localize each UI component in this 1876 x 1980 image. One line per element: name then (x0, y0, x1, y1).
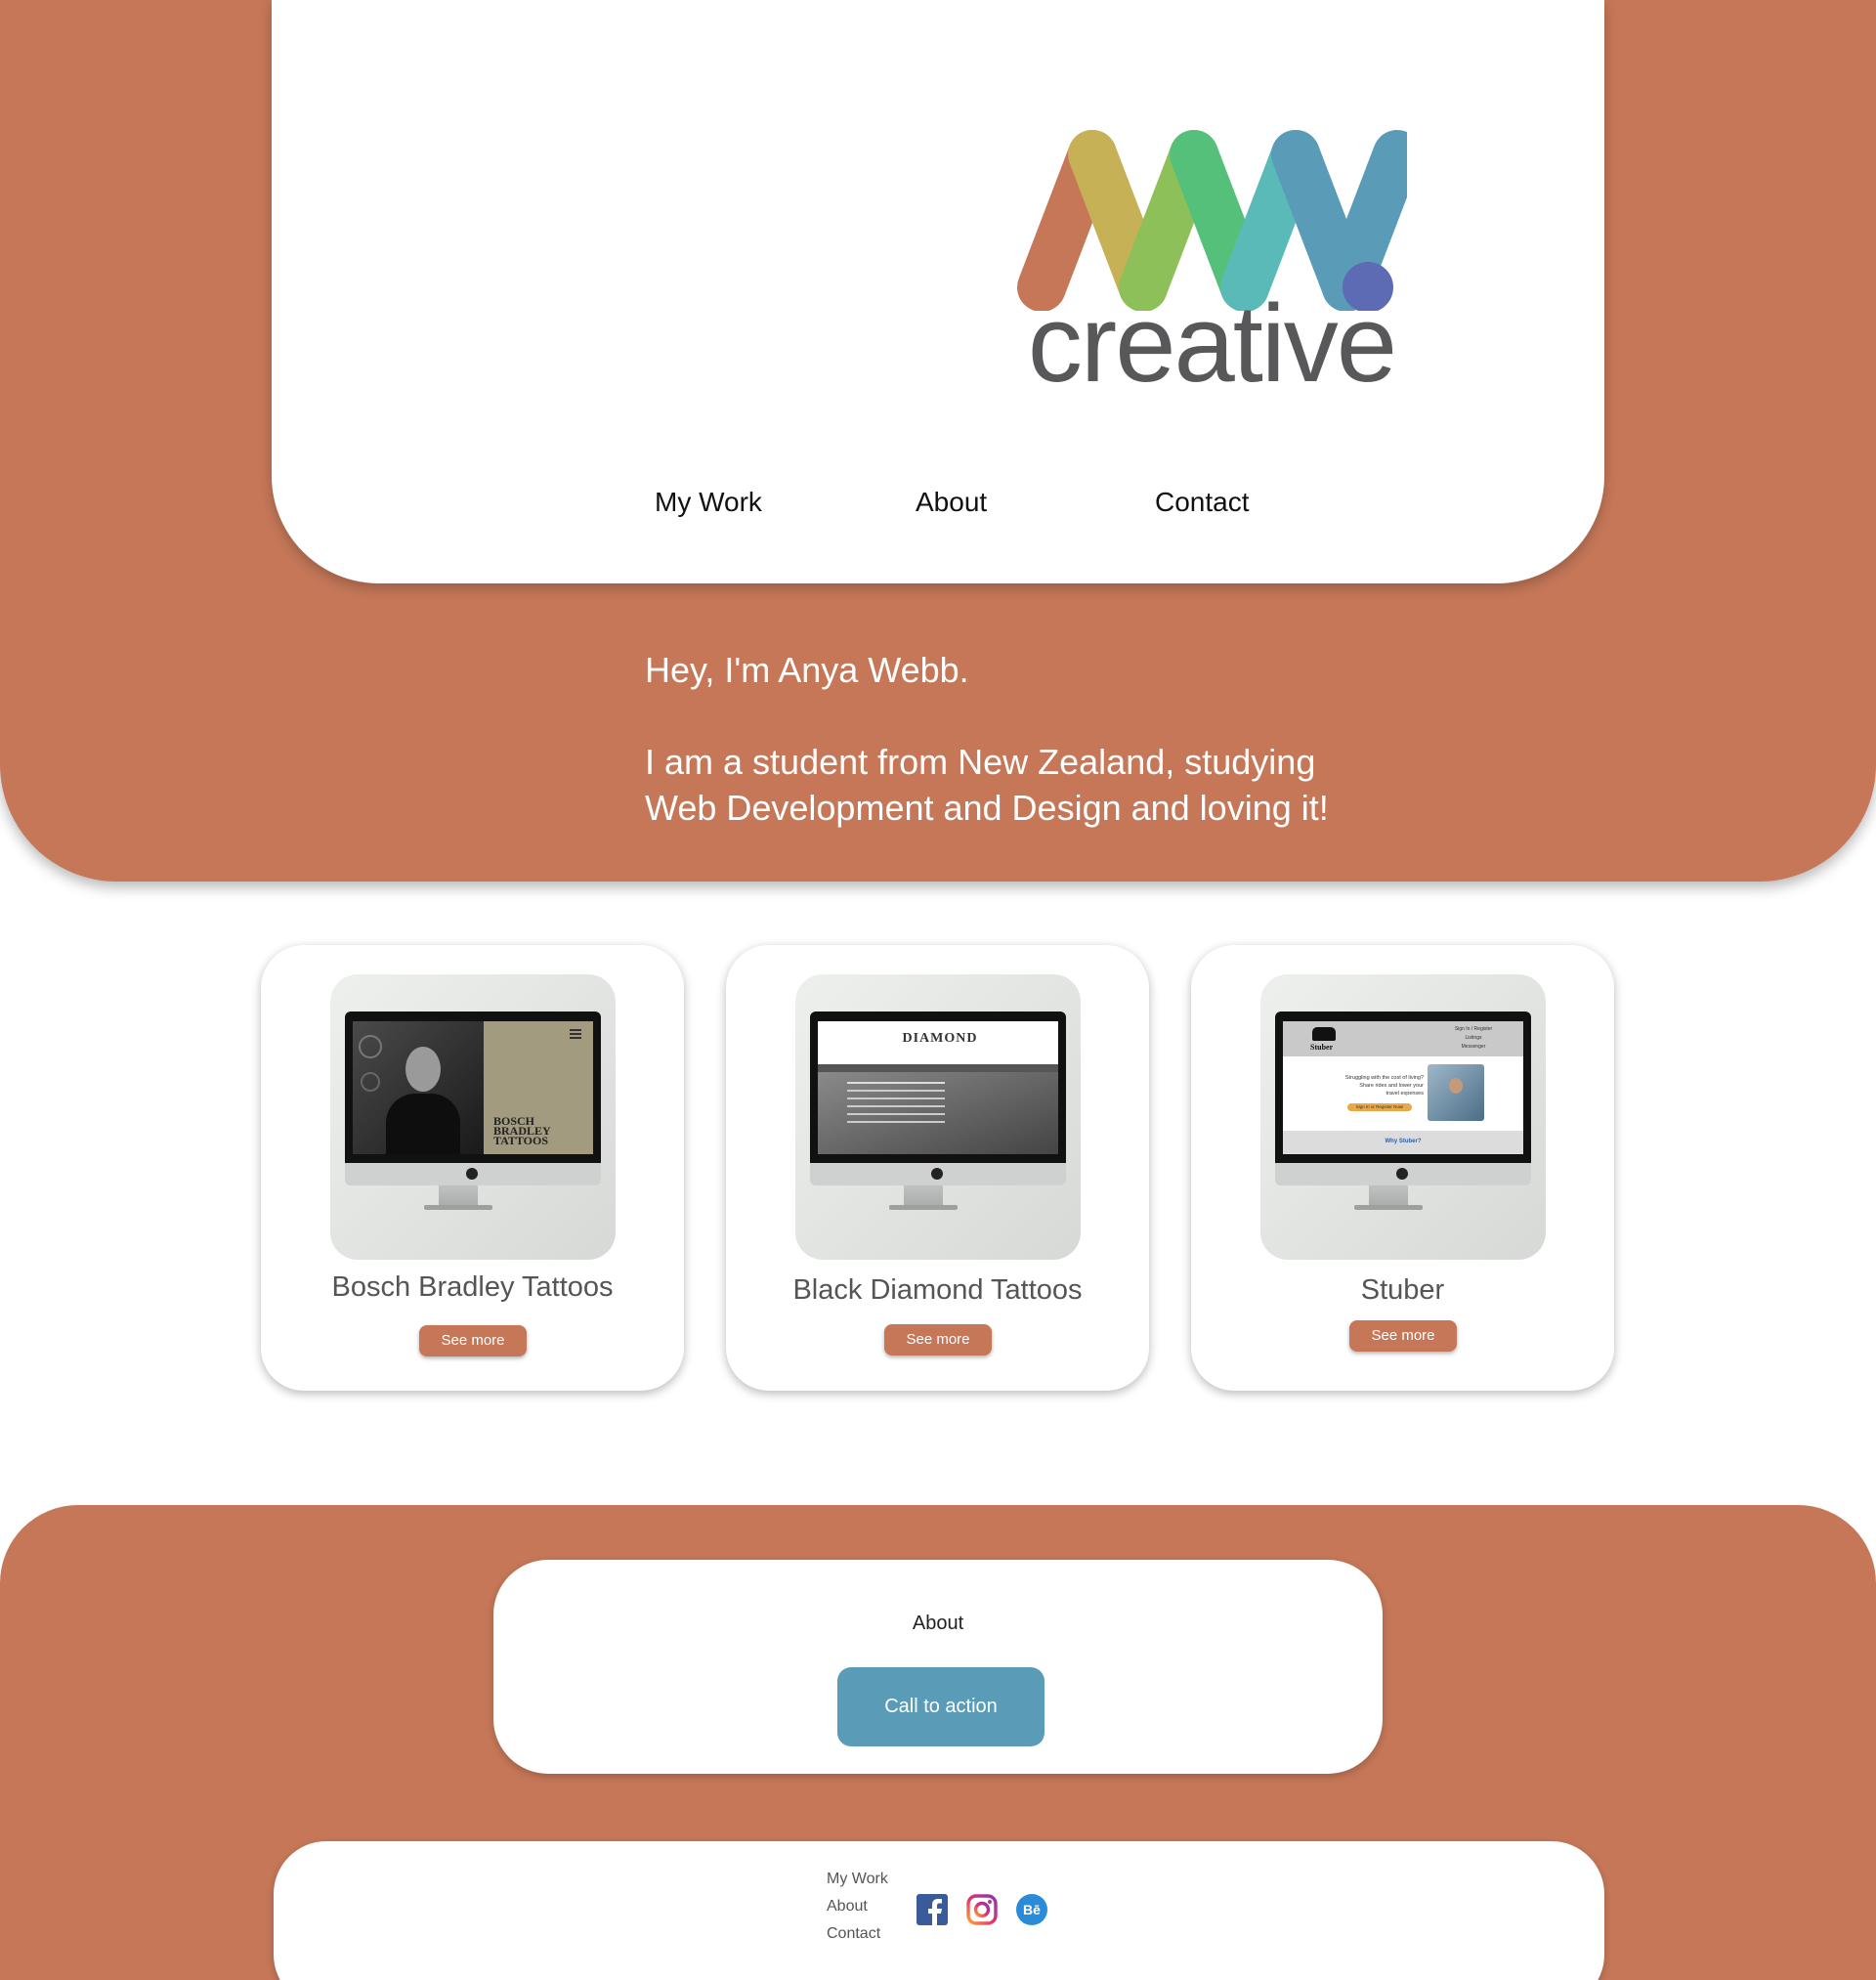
monitor-mockup: Stuber Sign In / Register Listings Messe… (1275, 1012, 1531, 1185)
screen-brand-text: DIAMOND (902, 1031, 978, 1046)
logo-wordmark: creative (1027, 282, 1397, 405)
apple-logo-icon (931, 1168, 943, 1180)
apple-logo-icon (466, 1168, 478, 1180)
car-icon (1312, 1027, 1336, 1041)
nav-my-work[interactable]: My Work (655, 487, 762, 518)
project-thumbnail[interactable]: BOSCH BRADLEY TATTOOS (330, 974, 616, 1260)
intro-line-1: I am a student from New Zealand, studyin… (645, 742, 1316, 782)
project-thumbnail[interactable]: Stuber Sign In / Register Listings Messe… (1260, 974, 1546, 1260)
project-card-black-diamond: DIAMOND Black Diamond Tattoos See more (726, 945, 1149, 1391)
footer-link-my-work[interactable]: My Work (827, 1871, 888, 1888)
site-footer: My Work About Contact Bē (274, 1841, 1604, 1980)
about-card: About Call to action (493, 1560, 1383, 1774)
footer-link-about[interactable]: About (827, 1898, 868, 1915)
see-more-button[interactable]: See more (884, 1324, 992, 1356)
project-thumbnail[interactable]: DIAMOND (795, 974, 1081, 1260)
monitor-mockup: DIAMOND (810, 1012, 1066, 1185)
project-title: Black Diamond Tattoos (792, 1274, 1083, 1306)
screen-brand-text: Stuber (1310, 1043, 1334, 1052)
nav-contact[interactable]: Contact (1155, 487, 1250, 518)
screen-cta: Sign In or Register Now! (1347, 1103, 1412, 1111)
project-card-bosch-bradley: BOSCH BRADLEY TATTOOS Bosch Bradley Tatt… (261, 945, 684, 1391)
monitor-mockup: BOSCH BRADLEY TATTOOS (345, 1012, 601, 1185)
screen-photo (1428, 1064, 1484, 1121)
screen-brand-text: BOSCH BRADLEY TATTOOS (493, 1114, 551, 1147)
project-title: Stuber (1360, 1274, 1445, 1306)
about-title: About (912, 1613, 964, 1634)
behance-icon[interactable]: Bē (1015, 1893, 1048, 1926)
project-title: Bosch Bradley Tattoos (331, 1271, 614, 1303)
call-to-action-button[interactable]: Call to action (837, 1667, 1045, 1746)
project-card-stuber: Stuber Sign In / Register Listings Messe… (1191, 945, 1614, 1391)
logo-mark-icon (1017, 130, 1422, 313)
portrait-image (353, 1021, 484, 1154)
svg-text:Bē: Bē (1023, 1902, 1041, 1917)
aw-creative-logo[interactable]: creative (1016, 115, 1422, 405)
screen-sub: Why Stuber? (1385, 1139, 1422, 1144)
nav-about[interactable]: About (916, 487, 987, 518)
see-more-button[interactable]: See more (1349, 1320, 1457, 1352)
intro-line-2: Web Development and Design and loving it… (645, 788, 1329, 828)
screen-tagline: Struggling with the cost of living? Shar… (1344, 1075, 1424, 1097)
facebook-icon[interactable] (916, 1893, 949, 1926)
intro-greeting: Hey, I'm Anya Webb. (645, 650, 969, 690)
site-header: creative My Work About Contact (272, 0, 1604, 583)
instagram-icon[interactable] (965, 1893, 999, 1926)
see-more-button[interactable]: See more (419, 1325, 527, 1356)
footer-link-contact[interactable]: Contact (827, 1925, 880, 1943)
menu-icon (570, 1029, 581, 1031)
apple-logo-icon (1396, 1168, 1408, 1180)
screen-nav: Sign In / Register Listings Messenger (1454, 1026, 1493, 1050)
